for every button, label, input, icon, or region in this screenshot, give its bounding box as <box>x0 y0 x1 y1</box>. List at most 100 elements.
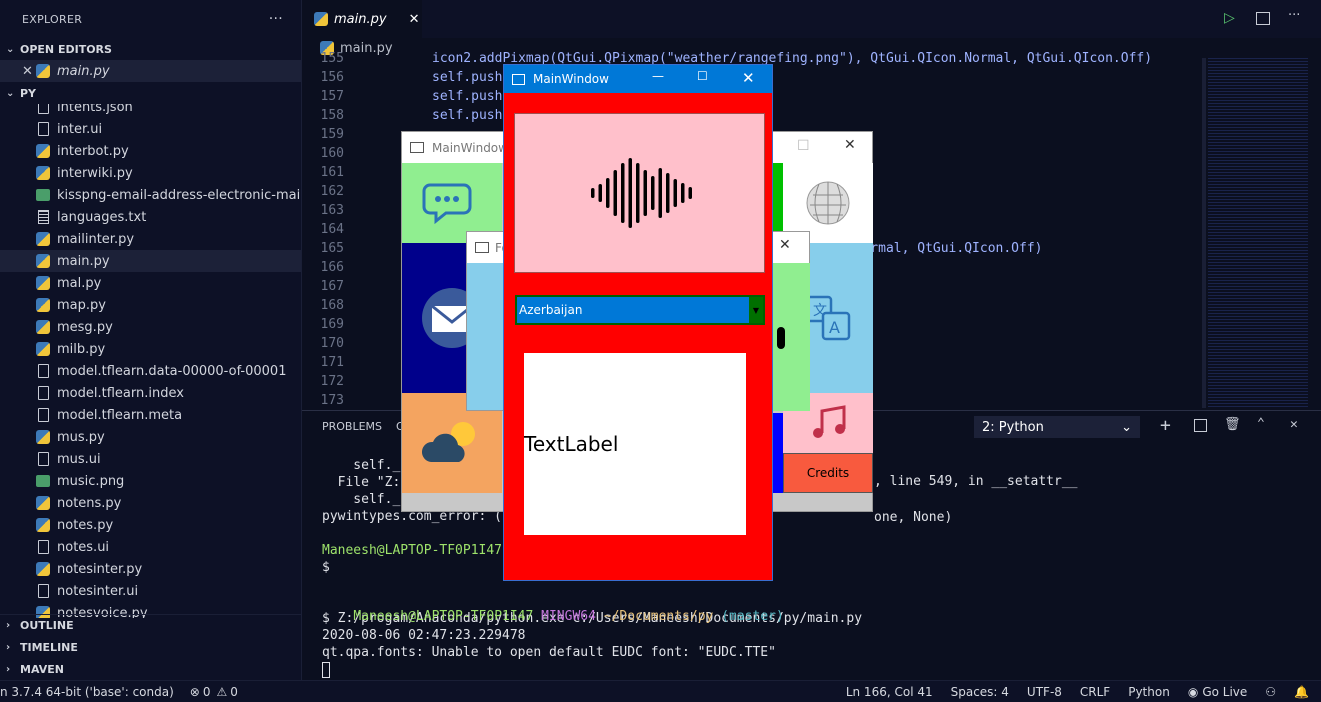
maven-label: MAVEN <box>20 662 64 676</box>
line-number: 167 <box>320 279 344 294</box>
soundwave-icon <box>590 158 692 228</box>
close-panel-icon[interactable]: ✕ <box>1290 417 1298 432</box>
maven-section[interactable]: › MAVEN <box>0 658 302 680</box>
maximize-panel-icon[interactable]: ⌃ <box>1257 416 1265 431</box>
file-label: notes.py <box>57 517 114 533</box>
chevron-right-icon: › <box>6 641 11 653</box>
file-item[interactable]: mesg.py <box>0 316 301 338</box>
line-number: 155 <box>320 51 344 66</box>
line-number: 166 <box>320 260 344 275</box>
run-icon[interactable]: ▷ <box>1224 10 1235 26</box>
line-number: 163 <box>320 203 344 218</box>
tab-main-py[interactable]: main.py ✕ <box>302 0 422 38</box>
tab-label: main.py <box>334 11 387 27</box>
file-item[interactable]: notesinter.ui <box>0 580 301 602</box>
close-icon[interactable]: ✕ <box>742 69 755 87</box>
file-item[interactable]: notens.py <box>0 492 301 514</box>
python-file-icon <box>36 144 50 158</box>
go-live-button[interactable]: Go Live <box>1202 685 1247 699</box>
waveform-bar <box>598 184 602 202</box>
file-item[interactable]: map.py <box>0 294 301 316</box>
minimize-icon[interactable]: — <box>652 69 664 83</box>
encoding-status[interactable]: UTF-8 <box>1027 685 1062 699</box>
open-editors-section[interactable]: ⌄ OPEN EDITORS <box>0 38 301 60</box>
terminal-select[interactable]: 2: Python ⌄ <box>974 416 1140 438</box>
waveform-bar <box>590 188 594 198</box>
python-file-icon <box>36 232 50 246</box>
file-item[interactable]: notes.ui <box>0 536 301 558</box>
file-item[interactable]: mal.py <box>0 272 301 294</box>
close-icon[interactable]: ✕ <box>22 64 36 79</box>
tab-problems[interactable]: PROBLEMS <box>322 420 382 433</box>
line-number: 170 <box>320 336 344 351</box>
notifications-icon[interactable]: 🔔 <box>1294 685 1309 699</box>
file-item[interactable]: model.tflearn.data-00000-of-00001 <box>0 360 301 382</box>
language-status[interactable]: Python <box>1128 685 1170 699</box>
file-item[interactable]: milb.py <box>0 338 301 360</box>
file-item[interactable]: music.png <box>0 470 301 492</box>
folder-section-py[interactable]: ⌄ PY <box>0 82 301 104</box>
more-actions-icon[interactable]: ··· <box>1288 8 1300 23</box>
trash-icon[interactable]: 🗑 <box>1224 417 1241 432</box>
code-line[interactable]: self.pushB <box>432 70 510 85</box>
file-label: kisspng-email-address-electronic-mailin.… <box>57 187 301 203</box>
file-item[interactable]: interwiki.py <box>0 162 301 184</box>
open-editor-item[interactable]: ✕ main.py <box>0 60 301 82</box>
file-item[interactable]: intents.json <box>0 104 301 118</box>
breadcrumb-item[interactable]: main.py <box>340 41 393 56</box>
window-titlebar[interactable]: MainWindow — ☐ ✕ <box>504 65 772 93</box>
file-item[interactable]: main.py <box>0 250 301 272</box>
minimap[interactable] <box>1202 58 1321 410</box>
python-file-icon <box>36 430 50 444</box>
file-label: milb.py <box>57 341 106 357</box>
file-label: mal.py <box>57 275 102 291</box>
indent-status[interactable]: Spaces: 4 <box>951 685 1009 699</box>
file-item[interactable]: model.tflearn.index <box>0 382 301 404</box>
warning-count[interactable]: 0 <box>230 685 238 699</box>
window-icon <box>475 242 489 253</box>
maximize-icon[interactable]: ☐ <box>697 69 708 83</box>
window-title: MainWindow <box>533 72 609 86</box>
prompt-user: Maneesh@LAPTOP-TF0P1I47 <box>353 609 534 624</box>
file-item[interactable]: mailinter.py <box>0 228 301 250</box>
file-item[interactable]: inter.ui <box>0 118 301 140</box>
waveform-bar <box>613 170 617 216</box>
more-actions-icon[interactable]: ··· <box>269 11 283 27</box>
line-number: 159 <box>320 127 344 142</box>
language-combo[interactable]: Azerbaijan ▼ <box>515 295 765 325</box>
maximize-icon[interactable]: ☐ <box>797 138 810 154</box>
line-number: 171 <box>320 355 344 370</box>
python-file-icon <box>36 64 50 78</box>
close-icon[interactable]: ✕ <box>409 12 420 27</box>
close-icon[interactable]: ✕ <box>779 237 791 253</box>
account-icon[interactable]: ⚇ <box>1265 685 1276 699</box>
file-item[interactable]: mus.py <box>0 426 301 448</box>
split-terminal-icon[interactable] <box>1194 419 1207 432</box>
voice-button[interactable] <box>514 113 765 273</box>
file-item[interactable]: notesinter.py <box>0 558 301 580</box>
credits-button[interactable]: Credits <box>783 453 873 493</box>
wikipedia-icon <box>806 181 850 225</box>
file-icon <box>36 408 50 422</box>
file-item[interactable]: mus.ui <box>0 448 301 470</box>
image-file-icon <box>36 188 50 202</box>
new-terminal-icon[interactable]: + <box>1160 415 1171 436</box>
split-editor-icon[interactable] <box>1256 12 1270 25</box>
file-item[interactable]: model.tflearn.meta <box>0 404 301 426</box>
file-item[interactable]: notes.py <box>0 514 301 536</box>
file-item[interactable]: languages.txt <box>0 206 301 228</box>
cursor-position[interactable]: Ln 166, Col 41 <box>846 685 933 699</box>
outline-section[interactable]: › OUTLINE <box>0 614 302 636</box>
error-count[interactable]: 0 <box>203 685 211 699</box>
file-item[interactable]: interbot.py <box>0 140 301 162</box>
chevron-right-icon: › <box>6 663 11 675</box>
timeline-section[interactable]: › TIMELINE <box>0 636 302 658</box>
qt-main-window-front: MainWindow — ☐ ✕ Azerbaijan ▼ TextLabel <box>503 64 773 581</box>
file-icon <box>36 584 50 598</box>
close-icon[interactable]: ✕ <box>844 137 856 153</box>
interpreter-status[interactable]: n 3.7.4 64-bit ('base': conda) <box>0 685 174 699</box>
line-number: 162 <box>320 184 344 199</box>
eol-status[interactable]: CRLF <box>1080 685 1110 699</box>
file-item[interactable]: kisspng-email-address-electronic-mailin.… <box>0 184 301 206</box>
python-file-icon <box>36 518 50 532</box>
